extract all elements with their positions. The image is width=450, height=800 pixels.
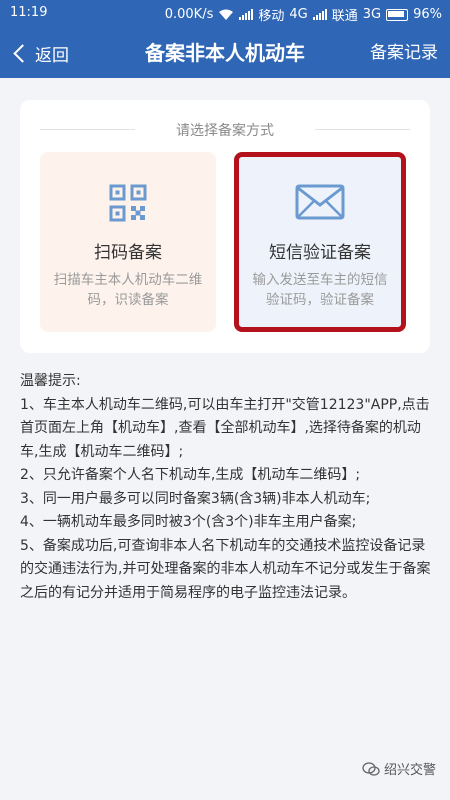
option-title: 短信验证备案 (269, 243, 371, 263)
battery-level: 96% (413, 7, 442, 22)
option-title: 扫码备案 (94, 243, 162, 263)
watermark: 绍兴交警 (362, 759, 436, 778)
tip-item: 3、同一用户最多可以同时备案3辆(含3辆)非本人机动车; (20, 490, 371, 507)
network-type-2: 3G (362, 7, 382, 22)
watermark-text: 绍兴交警 (383, 763, 436, 778)
carrier-2: 联通 (331, 9, 358, 24)
status-bar: 11:19 0.00K/s 移动 4G 联通 3G 96% (0, 0, 450, 28)
wechat-icon (362, 761, 380, 776)
carrier-1: 移动 (258, 9, 285, 24)
tip-item: 5、备案成功后,可查询非本人名下机动车的交通技术监控设备记录的交通违法行为,并可… (20, 537, 431, 601)
filing-method-card: 请选择备案方式 扫码备案 扫描车主本人机动车二维码，识读备案 短信验证备案 输入… (20, 100, 430, 353)
qr-code-icon (109, 184, 147, 222)
signal-icon-2 (312, 9, 327, 20)
signal-icon-1 (239, 9, 254, 20)
envelope-icon (295, 184, 345, 220)
tip-item: 1、车主本人机动车二维码,可以由车主打开"交管12123"APP,点击首页面左上… (20, 396, 430, 460)
chevron-left-icon (13, 43, 32, 63)
status-right-group: 0.00K/s 移动 4G 联通 3G 96% (165, 5, 442, 24)
card-prompt: 请选择备案方式 (20, 120, 430, 140)
battery-icon (386, 8, 409, 21)
back-button[interactable]: 返回 (12, 28, 69, 78)
scan-code-filing-option[interactable]: 扫码备案 扫描车主本人机动车二维码，识读备案 (40, 152, 216, 332)
status-time: 11:19 (10, 5, 48, 20)
tip-item: 4、一辆机动车最多同时被3个(含3个)非车主用户备案; (20, 514, 357, 530)
option-description: 扫描车主本人机动车二维码，识读备案 (53, 272, 203, 308)
wifi-icon (219, 9, 234, 20)
tips-section: 温馨提示: 1、车主本人机动车二维码,可以由车主打开"交管12123"APP,点… (20, 370, 432, 605)
network-speed: 0.00K/s (164, 7, 214, 22)
tip-item: 2、只允许备案个人名下机动车,生成【机动车二维码】; (20, 467, 361, 483)
option-description: 输入发送至车主的短信验证码，验证备案 (252, 272, 388, 308)
nav-bar: 返回 备案非本人机动车 备案记录 (0, 28, 450, 78)
filing-records-button[interactable]: 备案记录 (370, 28, 438, 78)
network-type-1: 4G (289, 7, 308, 22)
tips-heading: 温馨提示: (20, 373, 81, 389)
back-label: 返回 (35, 45, 69, 66)
sms-verification-filing-option[interactable]: 短信验证备案 输入发送至车主的短信验证码，验证备案 (234, 152, 406, 332)
